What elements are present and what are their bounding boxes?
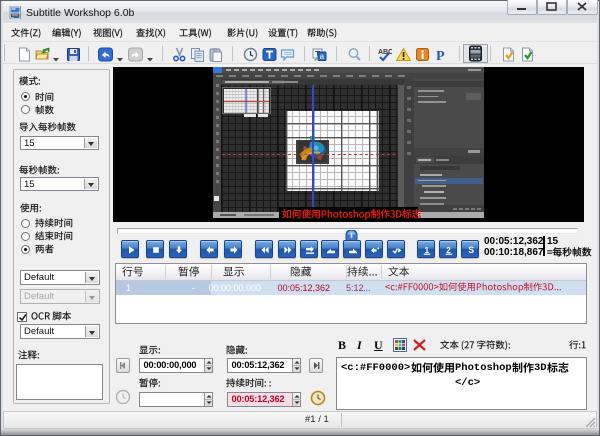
svg-text:2: 2	[446, 245, 451, 254]
svg-text:a: a	[320, 52, 325, 61]
svg-text:1: 1	[424, 245, 429, 254]
svg-text:P: P	[436, 49, 445, 62]
svg-text:S: S	[468, 245, 474, 255]
svg-text:ABC: ABC	[378, 49, 392, 56]
